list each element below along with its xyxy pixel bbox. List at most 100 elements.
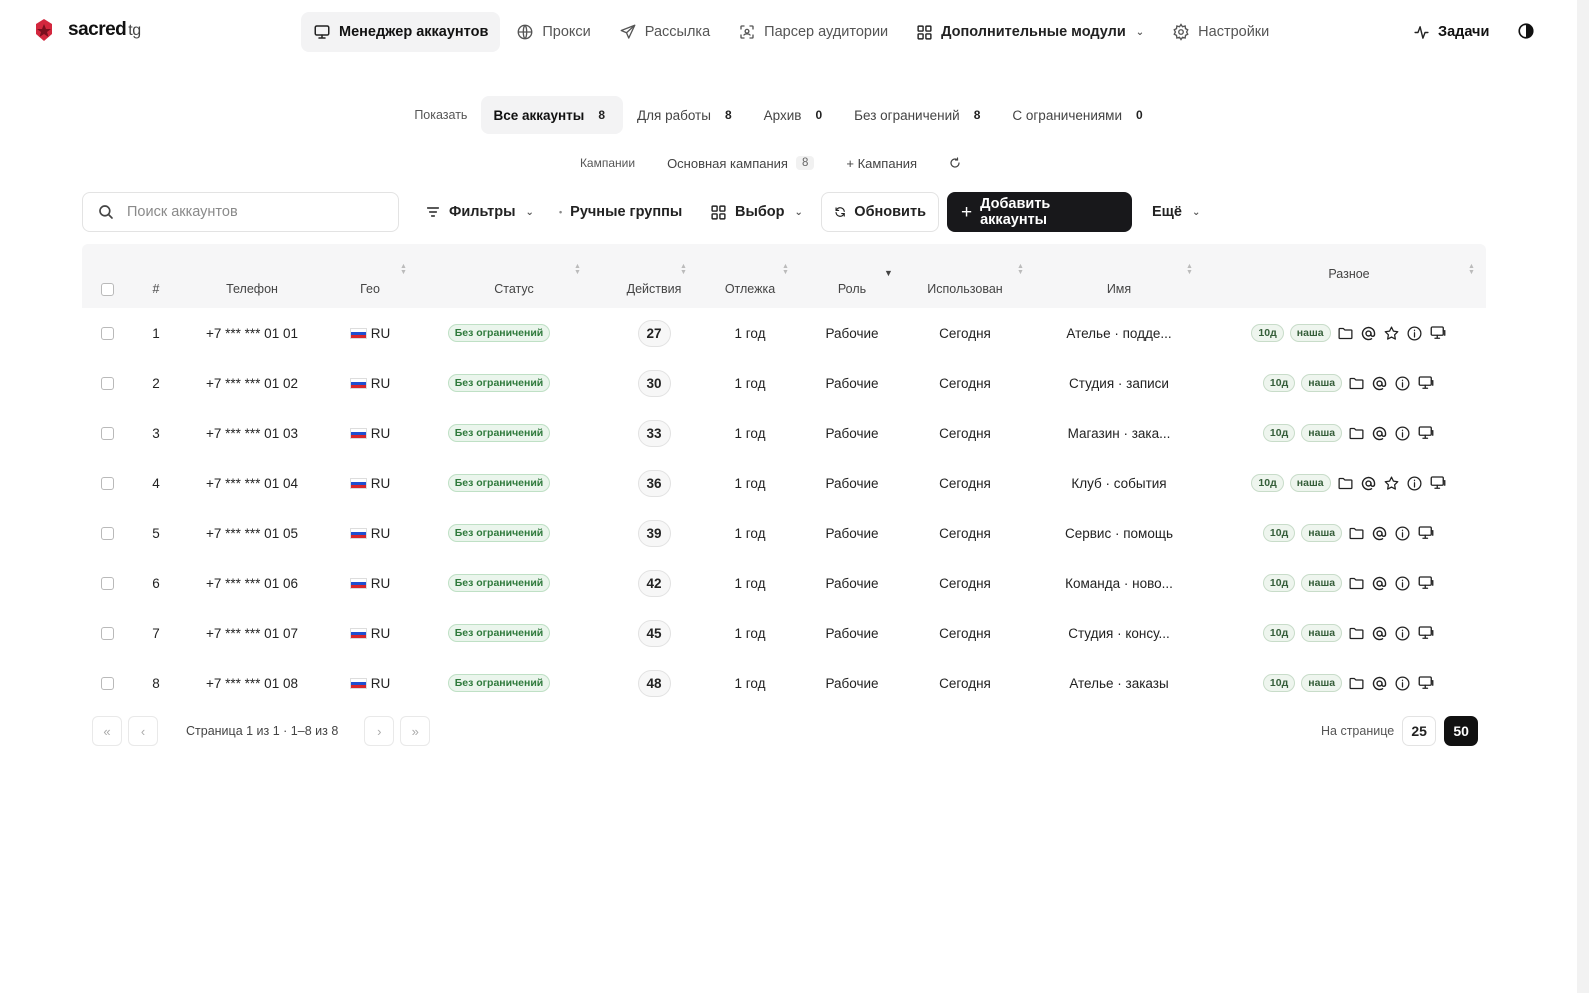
col-phone[interactable]: Телефон xyxy=(182,244,322,308)
session-monitor-icon[interactable] xyxy=(1417,374,1435,392)
col-status[interactable]: Статус xyxy=(444,244,584,308)
nav-item-account-manager[interactable]: Менеджер аккаунтов xyxy=(301,12,501,52)
first-page-button[interactable]: « xyxy=(92,716,122,746)
table-row[interactable]: 4 +7 *** *** 01 04 RU Без ограничений 36… xyxy=(82,458,1486,508)
folder-icon[interactable] xyxy=(1337,325,1354,342)
at-icon[interactable] xyxy=(1371,425,1388,442)
folder-icon[interactable] xyxy=(1337,475,1354,492)
info-icon[interactable] xyxy=(1394,625,1411,642)
table-row[interactable]: 7 +7 *** *** 01 07 RU Без ограничений 45… xyxy=(82,608,1486,658)
info-icon[interactable] xyxy=(1406,475,1423,492)
col-actions[interactable]: Действия xyxy=(602,244,706,308)
row-checkbox[interactable] xyxy=(100,576,114,590)
folder-icon[interactable] xyxy=(1348,425,1365,442)
session-monitor-icon[interactable] xyxy=(1417,624,1435,642)
add-accounts-button[interactable]: + Добавить аккаунты xyxy=(947,192,1132,232)
folder-icon[interactable] xyxy=(1348,625,1365,642)
row-checkbox[interactable] xyxy=(100,626,114,640)
actions-count-badge[interactable]: 36 xyxy=(637,469,671,497)
col-num[interactable]: # xyxy=(142,244,170,308)
session-monitor-icon[interactable] xyxy=(1417,524,1435,542)
session-monitor-icon[interactable] xyxy=(1417,674,1435,692)
info-icon[interactable] xyxy=(1394,425,1411,442)
select-all-checkbox[interactable] xyxy=(100,283,114,296)
col-geo[interactable]: Гео xyxy=(340,244,400,308)
info-icon[interactable] xyxy=(1394,675,1411,692)
row-checkbox[interactable] xyxy=(100,526,114,540)
at-icon[interactable] xyxy=(1371,375,1388,392)
info-icon[interactable] xyxy=(1406,325,1423,342)
info-icon[interactable] xyxy=(1394,575,1411,592)
sort-icon[interactable]: ▲ ▼ xyxy=(574,263,581,276)
sort-icon[interactable]: ▲ ▼ xyxy=(680,263,687,276)
sort-icon[interactable]: ▲ ▼ xyxy=(400,263,407,276)
session-monitor-icon[interactable] xyxy=(1417,574,1435,592)
last-page-button[interactable]: » xyxy=(400,716,431,746)
actions-count-badge[interactable]: 39 xyxy=(637,519,671,547)
sort-icon[interactable]: ▲ ▼ xyxy=(1186,263,1193,276)
page-size-50[interactable]: 50 xyxy=(1444,716,1479,746)
star-icon[interactable] xyxy=(1383,475,1400,492)
nav-item-mailing[interactable]: Рассылка xyxy=(607,12,722,52)
actions-count-badge[interactable]: 42 xyxy=(637,569,671,597)
scrollbar-track[interactable] xyxy=(1577,0,1589,993)
select-button[interactable]: Выбор ⌄ xyxy=(710,192,803,232)
search-input[interactable] xyxy=(127,204,377,220)
at-icon[interactable] xyxy=(1371,625,1388,642)
info-icon[interactable] xyxy=(1394,525,1411,542)
at-icon[interactable] xyxy=(1360,475,1377,492)
at-icon[interactable] xyxy=(1371,525,1388,542)
actions-count-badge[interactable]: 48 xyxy=(637,669,671,697)
campaign-main[interactable]: Основная кампания 8 xyxy=(651,150,830,176)
search-field[interactable] xyxy=(82,192,399,232)
refresh-button[interactable]: Обновить xyxy=(821,192,939,232)
col-name[interactable]: Имя xyxy=(1032,244,1206,308)
folder-icon[interactable] xyxy=(1348,375,1365,392)
session-monitor-icon[interactable] xyxy=(1429,324,1447,342)
at-icon[interactable] xyxy=(1371,575,1388,592)
tab-unrestricted[interactable]: Без ограничений 8 xyxy=(842,96,998,134)
actions-count-badge[interactable]: 45 xyxy=(637,619,671,647)
session-monitor-icon[interactable] xyxy=(1417,424,1435,442)
table-row[interactable]: 1 +7 *** *** 01 01 RU Без ограничений 27… xyxy=(82,308,1486,358)
info-icon[interactable] xyxy=(1394,375,1411,392)
nav-item-proxy[interactable]: Прокси xyxy=(504,12,602,52)
actions-count-badge[interactable]: 30 xyxy=(637,369,671,397)
nav-item-parser[interactable]: Парсер аудитории xyxy=(726,12,900,52)
actions-count-badge[interactable]: 27 xyxy=(637,319,671,347)
sort-desc-icon[interactable]: ▼ xyxy=(884,269,893,278)
row-checkbox[interactable] xyxy=(100,326,114,340)
table-row[interactable]: 2 +7 *** *** 01 02 RU Без ограничений 30… xyxy=(82,358,1486,408)
folder-icon[interactable] xyxy=(1348,525,1365,542)
app-logo[interactable]: sacred tg xyxy=(34,18,141,42)
folder-icon[interactable] xyxy=(1348,575,1365,592)
row-checkbox[interactable] xyxy=(100,426,114,440)
col-misc[interactable]: Разное xyxy=(1222,244,1476,304)
session-monitor-icon[interactable] xyxy=(1429,474,1447,492)
row-checkbox[interactable] xyxy=(100,376,114,390)
row-checkbox[interactable] xyxy=(100,476,114,490)
tab-all-accounts[interactable]: Все аккаунты 8 xyxy=(481,96,623,134)
col-used[interactable]: Использован xyxy=(902,244,1028,308)
theme-toggle[interactable] xyxy=(1517,22,1535,43)
nav-item-extra-modules[interactable]: Дополнительные модули ⌄ xyxy=(904,12,1156,52)
tasks-button[interactable]: Задачи xyxy=(1413,12,1489,52)
tab-restricted[interactable]: С ограничениями 0 xyxy=(1000,96,1160,134)
sort-icon[interactable]: ▲ ▼ xyxy=(1017,263,1024,276)
tab-for-work[interactable]: Для работы 8 xyxy=(625,96,750,134)
next-page-button[interactable]: › xyxy=(364,716,395,746)
filters-button[interactable]: Фильтры ⌄ xyxy=(425,192,534,232)
manual-groups-button[interactable]: • Ручные группы xyxy=(559,192,682,232)
refresh-campaigns-button[interactable] xyxy=(933,150,977,176)
prev-page-button[interactable]: ‹ xyxy=(128,716,158,746)
star-icon[interactable] xyxy=(1383,325,1400,342)
col-age[interactable]: Отлежка xyxy=(702,244,798,308)
tab-archive[interactable]: Архив 0 xyxy=(752,96,841,134)
table-row[interactable]: 6 +7 *** *** 01 06 RU Без ограничений 42… xyxy=(82,558,1486,608)
at-icon[interactable] xyxy=(1371,675,1388,692)
sort-icon[interactable]: ▲ ▼ xyxy=(782,263,789,276)
row-checkbox[interactable] xyxy=(100,676,114,690)
more-button[interactable]: Ещё ⌄ xyxy=(1152,192,1200,232)
table-row[interactable]: 3 +7 *** *** 01 03 RU Без ограничений 33… xyxy=(82,408,1486,458)
nav-item-settings[interactable]: Настройки xyxy=(1160,12,1281,52)
